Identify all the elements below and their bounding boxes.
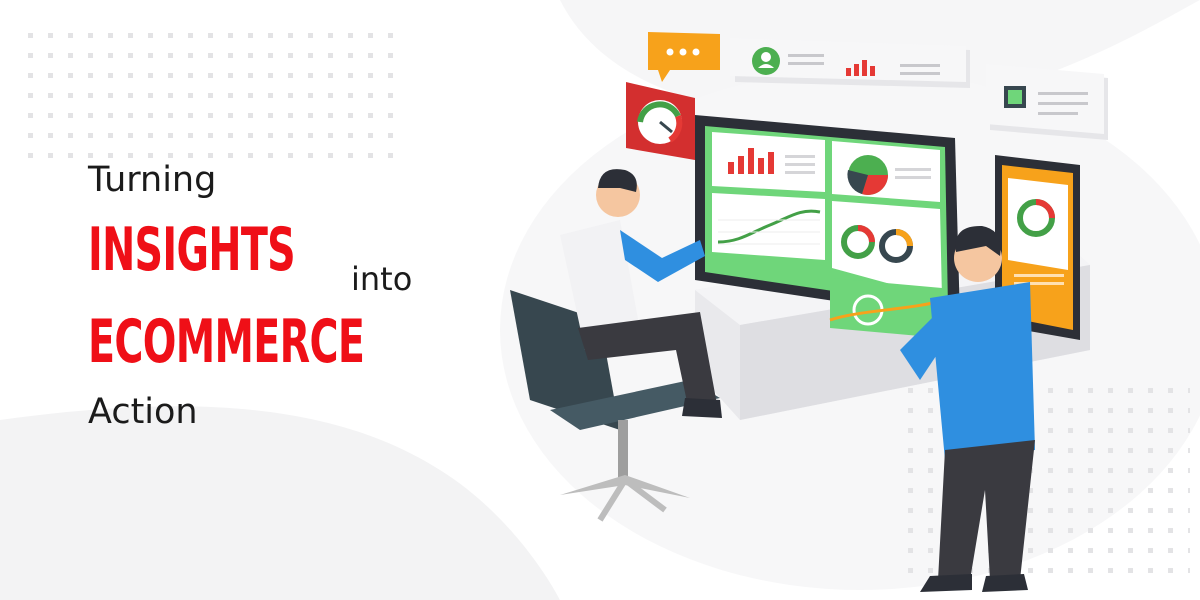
chat-bubble-icon xyxy=(648,32,720,82)
headline-line-ecommerce: ECOMMERCE xyxy=(88,307,365,377)
headline-line-action: Action xyxy=(88,392,198,432)
floating-card-chip xyxy=(986,64,1108,140)
headline-line-insights: INSIGHTS xyxy=(88,215,296,285)
gauge-icon xyxy=(626,82,695,160)
headline-word-into: into xyxy=(351,260,413,298)
dot-pattern-top-left xyxy=(20,25,400,165)
floating-card-profile xyxy=(730,38,970,88)
headline-line-turning: Turning xyxy=(88,160,217,200)
analytics-illustration xyxy=(510,32,1108,592)
